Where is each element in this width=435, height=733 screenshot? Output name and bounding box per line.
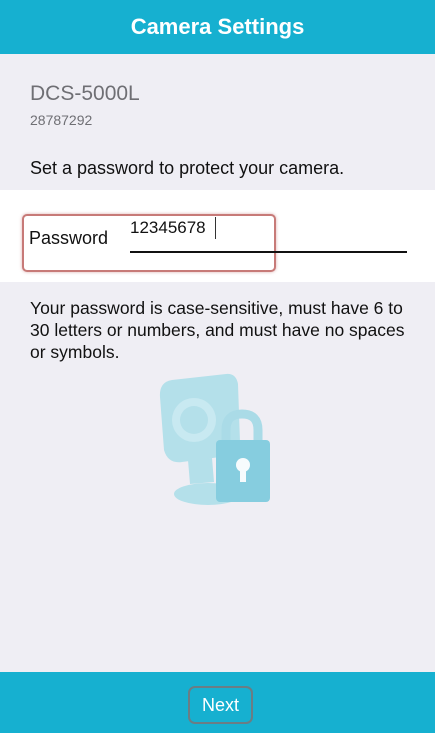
camera-lock-icon	[150, 372, 290, 517]
header-bar: Camera Settings	[0, 0, 435, 54]
page-title: Camera Settings	[130, 14, 305, 39]
password-input[interactable]: 12345678	[130, 218, 206, 238]
password-underline	[130, 251, 407, 253]
device-model: DCS-5000L	[30, 82, 140, 105]
device-serial: 28787292	[30, 112, 93, 128]
instruction-text: Set a password to protect your camera.	[30, 158, 345, 178]
text-caret	[215, 217, 216, 239]
next-button[interactable]: Next	[188, 686, 253, 724]
password-hint: Your password is case-sensitive, must ha…	[30, 298, 405, 362]
password-label: Password	[29, 228, 109, 248]
